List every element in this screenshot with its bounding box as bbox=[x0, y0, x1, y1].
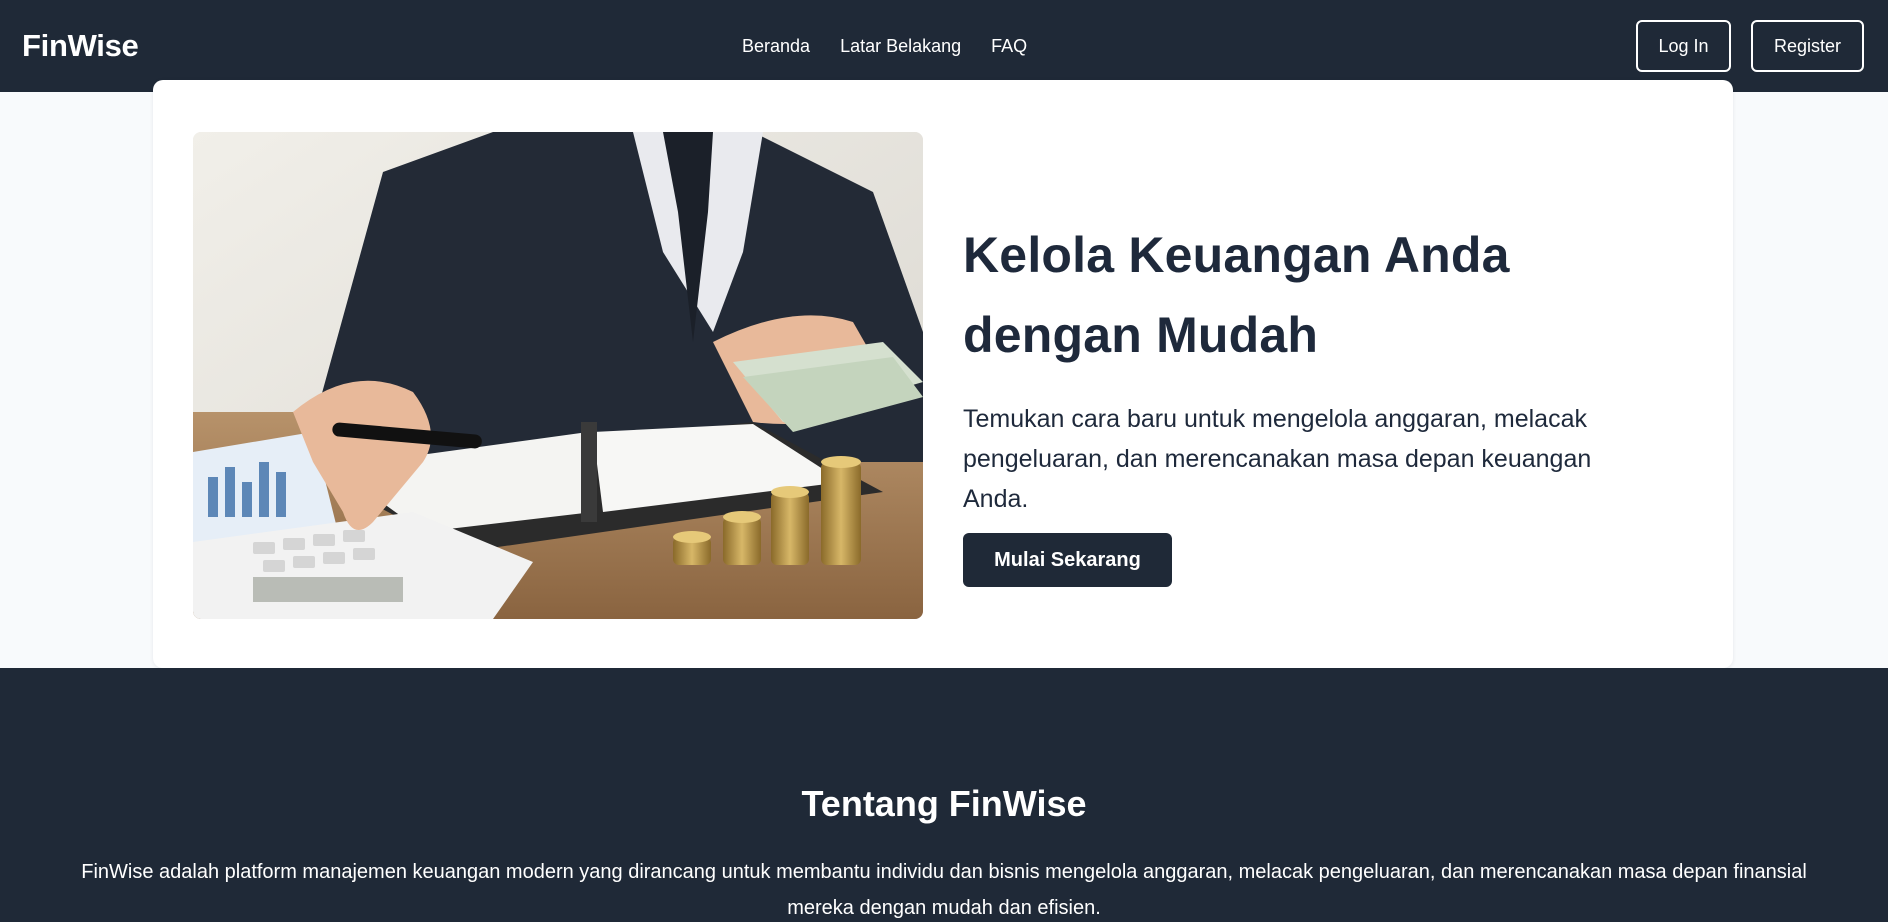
nav-link-faq[interactable]: FAQ bbox=[991, 36, 1027, 57]
hero-image bbox=[193, 132, 923, 619]
start-now-button[interactable]: Mulai Sekarang bbox=[963, 533, 1172, 587]
auth-actions: Log In Register bbox=[1636, 20, 1864, 72]
hero-title: Kelola Keuangan Anda dengan Mudah bbox=[963, 227, 1510, 363]
about-title: Tentang FinWise bbox=[801, 783, 1087, 824]
hero-description: Temukan cara baru untuk mengelola anggar… bbox=[963, 405, 1592, 513]
about-text: FinWise adalah platform manajemen keuang… bbox=[81, 861, 1807, 919]
nav-link-latar-belakang[interactable]: Latar Belakang bbox=[840, 36, 961, 57]
nav-link-beranda[interactable]: Beranda bbox=[742, 36, 810, 57]
login-button[interactable]: Log In bbox=[1636, 20, 1731, 72]
brand-logo[interactable]: FinWise bbox=[22, 0, 139, 92]
finance-photo-illustration bbox=[193, 132, 923, 619]
about-section: Tentang FinWise FinWise adalah platform … bbox=[0, 668, 1888, 922]
top-navbar: FinWise Beranda Latar Belakang FAQ Log I… bbox=[0, 0, 1888, 92]
hero-card: Kelola Keuangan Anda dengan Mudah Temuka… bbox=[153, 80, 1733, 668]
register-button[interactable]: Register bbox=[1751, 20, 1864, 72]
main-nav: Beranda Latar Belakang FAQ bbox=[742, 0, 1027, 92]
hero-content: Kelola Keuangan Anda dengan Mudah Temuka… bbox=[963, 215, 1663, 587]
